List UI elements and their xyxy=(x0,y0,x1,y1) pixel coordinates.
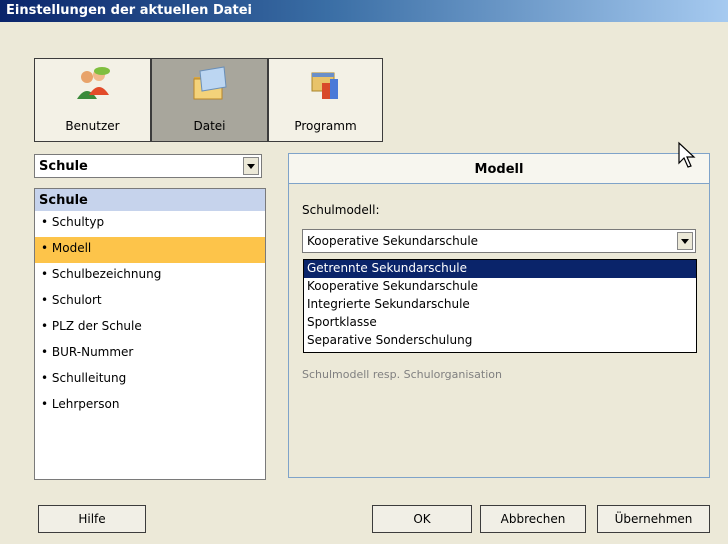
help-button[interactable]: Hilfe xyxy=(38,505,146,533)
folder-icon xyxy=(193,66,227,100)
program-icon xyxy=(311,72,338,99)
window-title: Einstellungen der aktuellen Datei xyxy=(6,3,253,18)
list-item-schulort[interactable]: • Schulort xyxy=(35,289,265,315)
list-item-schulbezeichnung[interactable]: • Schulbezeichnung xyxy=(35,263,265,289)
list-item-modell[interactable]: • Modell xyxy=(35,237,265,263)
chevron-down-icon[interactable] xyxy=(243,157,259,175)
dropdown-option[interactable]: Separative Sonderschulung xyxy=(304,332,696,350)
panel-title: Modell xyxy=(289,154,709,184)
toolbar-button-programm[interactable]: Programm xyxy=(268,58,383,142)
dropdown-option[interactable]: Integrierte Sekundarschule xyxy=(304,296,696,314)
field-label: Schulmodell: xyxy=(302,203,380,217)
mouse-cursor-icon xyxy=(678,141,696,168)
toolbar-button-label: Programm xyxy=(294,119,357,133)
list-item-schultyp[interactable]: • Schultyp xyxy=(35,211,265,237)
dropdown-option[interactable]: Kooperative Sekundarschule xyxy=(304,278,696,296)
apply-button[interactable]: Übernehmen xyxy=(597,505,710,533)
category-select-value: Schule xyxy=(39,159,88,174)
list-item-plz[interactable]: • PLZ der Schule xyxy=(35,315,265,341)
list-item-lehrperson[interactable]: • Lehrperson xyxy=(35,393,265,419)
dropdown-option[interactable]: Getrennte Sekundarschule xyxy=(304,260,696,278)
list-header: Schule xyxy=(35,189,265,211)
schulmodell-select-value: Kooperative Sekundarschule xyxy=(307,234,479,248)
schulmodell-dropdown-list: Getrennte Sekundarschule Kooperative Sek… xyxy=(303,259,697,353)
detail-panel: Modell Schulmodell: Kooperative Sekundar… xyxy=(288,153,710,478)
list-item-bur-nummer[interactable]: • BUR-Nummer xyxy=(35,341,265,367)
dropdown-option[interactable]: Sportklasse xyxy=(304,314,696,332)
users-icon xyxy=(76,67,110,99)
list-item-schulleitung[interactable]: • Schulleitung xyxy=(35,367,265,393)
title-bar: Einstellungen der aktuellen Datei xyxy=(0,0,728,22)
chevron-down-icon[interactable] xyxy=(677,232,693,250)
field-hint: Schulmodell resp. Schulorganisation xyxy=(302,368,502,381)
settings-list: Schule • Schultyp • Modell • Schulbezeic… xyxy=(34,188,266,480)
ok-button[interactable]: OK xyxy=(372,505,472,533)
cancel-button[interactable]: Abbrechen xyxy=(480,505,586,533)
toolbar-button-datei[interactable]: Datei xyxy=(151,58,268,142)
schulmodell-select[interactable]: Kooperative Sekundarschule xyxy=(302,229,696,253)
toolbar-button-label: Benutzer xyxy=(65,119,120,133)
toolbar-button-benutzer[interactable]: Benutzer xyxy=(34,58,151,142)
toolbar-button-label: Datei xyxy=(193,119,226,133)
category-select[interactable]: Schule xyxy=(34,154,262,178)
